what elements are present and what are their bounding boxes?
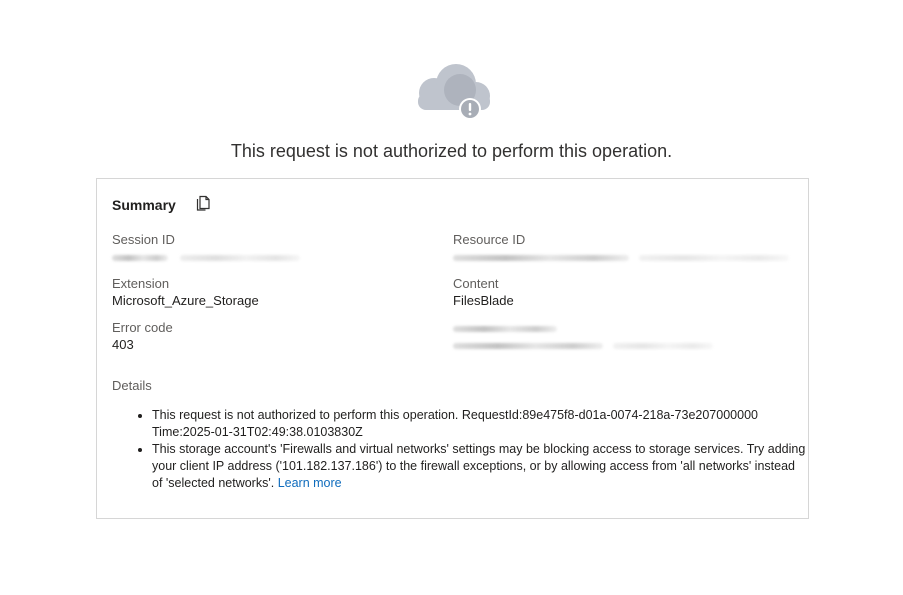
- summary-title: Summary: [112, 197, 176, 213]
- session-id-value-redacted: [112, 248, 300, 265]
- redacted-field-label: [453, 319, 713, 336]
- error-code-field: Error code 403: [112, 319, 173, 353]
- resource-id-value-redacted: [453, 248, 789, 265]
- extension-value: Microsoft_Azure_Storage: [112, 293, 259, 308]
- error-headline: This request is not authorized to perfor…: [230, 141, 673, 161]
- redacted-field-value: [453, 336, 713, 353]
- details-list: This request is not authorized to perfor…: [138, 407, 807, 492]
- summary-card: Summary Session ID Extension Microsoft_A…: [96, 178, 809, 519]
- resource-id-label: Resource ID: [453, 232, 526, 247]
- content-field: Content FilesBlade: [453, 275, 514, 309]
- session-id-label: Session ID: [112, 232, 175, 247]
- summary-header: Summary: [112, 194, 212, 214]
- details-item-request-text: This request is not authorized to perfor…: [152, 408, 758, 439]
- resource-id-field: Resource ID: [453, 231, 789, 265]
- details-item-request: This request is not authorized to perfor…: [152, 407, 807, 441]
- redacted-field: [453, 319, 713, 353]
- content-value: FilesBlade: [453, 293, 514, 308]
- error-code-label: Error code: [112, 320, 173, 335]
- details-item-firewall-text: This storage account's 'Firewalls and vi…: [152, 442, 806, 490]
- extension-field: Extension Microsoft_Azure_Storage: [112, 275, 259, 309]
- content-label: Content: [453, 276, 499, 291]
- session-id-field: Session ID: [112, 231, 300, 265]
- extension-label: Extension: [112, 276, 170, 291]
- copy-icon[interactable]: [194, 194, 212, 212]
- error-page: This request is not authorized to perfor…: [0, 0, 903, 595]
- details-item-firewall: This storage account's 'Firewalls and vi…: [152, 441, 807, 492]
- details-label: Details: [112, 378, 152, 393]
- learn-more-link[interactable]: Learn more: [278, 476, 342, 490]
- cloud-error-icon: [412, 60, 496, 124]
- error-code-value: 403: [112, 337, 134, 352]
